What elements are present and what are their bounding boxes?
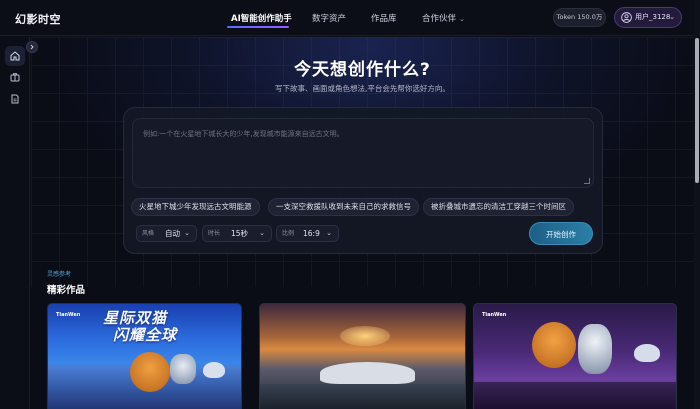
- section-kicker: 灵感参考: [47, 271, 72, 278]
- stage-floor: [474, 382, 676, 409]
- sidebar: [0, 37, 30, 409]
- user-icon: [621, 12, 632, 23]
- username: 用户_3128: [635, 13, 671, 21]
- token-balance[interactable]: Token 150.0万: [553, 8, 606, 27]
- prompt-box: [132, 118, 594, 188]
- sidebar-item-home[interactable]: [5, 46, 25, 66]
- sidebar-item-documents[interactable]: [5, 89, 25, 109]
- prompt-input[interactable]: [133, 119, 593, 187]
- cat-character: [130, 352, 170, 392]
- city-building: [320, 362, 415, 384]
- hero-subtitle: 写下故事、画面或角色想法,平台会先帮你选好方向。: [275, 84, 450, 93]
- suggestion-chip[interactable]: 一支深空救援队收到未来自己的求救信号: [268, 198, 419, 216]
- top-navbar: 幻影时空 AI智能创作助手 数字资产 作品库 合作伙伴 ⌄ Token 150.0…: [0, 0, 700, 36]
- card-title: 星际双猫 闪耀全球: [103, 310, 177, 344]
- gallery-card[interactable]: TianWen: [473, 303, 677, 409]
- home-icon: [10, 51, 20, 61]
- main-content: 今天想创作什么? 写下故事、画面或角色想法,平台会先帮你选好方向。 火星地下城少…: [31, 37, 694, 409]
- style-select[interactable]: 风格 自动 ⌄: [136, 225, 197, 242]
- gallery-card[interactable]: [259, 303, 466, 409]
- ratio-select[interactable]: 比例 16:9 ⌄: [276, 225, 339, 242]
- robot-character: [578, 324, 612, 374]
- card-logo: TianWen: [482, 312, 507, 318]
- robot-character: [170, 354, 196, 384]
- creation-composer: 火星地下城少年发现远古文明能源 一支深空救援队收到未来自己的求救信号 被折叠城市…: [123, 107, 603, 254]
- sidebar-item-assets[interactable]: [5, 67, 25, 87]
- active-tab-underline: [227, 26, 289, 28]
- suggestion-chip[interactable]: 火星地下城少年发现远古文明能源: [131, 198, 260, 216]
- scrollbar-thumb[interactable]: [695, 38, 699, 183]
- section-title: 精彩作品: [47, 285, 86, 296]
- nav-digital-assets[interactable]: 数字资产: [312, 12, 346, 24]
- chevron-right-icon: [30, 44, 34, 50]
- card-title-line: 闪耀全球: [113, 326, 178, 344]
- start-creation-button[interactable]: 开始创作: [529, 222, 593, 245]
- chevron-down-icon: ⌄: [326, 229, 332, 237]
- chevron-down-icon: ⌄: [669, 13, 675, 21]
- document-icon: [11, 94, 19, 104]
- sunset-glow: [340, 326, 390, 346]
- card-title-line: 星际双猫: [103, 309, 168, 327]
- resize-handle[interactable]: [584, 178, 590, 184]
- cat-character: [532, 322, 576, 368]
- duration-select-value: 15秒: [231, 229, 249, 238]
- robot-bird: [634, 344, 660, 362]
- suggestion-chip[interactable]: 被折叠城市遗忘的清洁工穿越三个时间区: [423, 198, 574, 216]
- gallery-card[interactable]: TianWen 星际双猫 闪耀全球: [47, 303, 242, 409]
- ratio-select-value: 16:9: [303, 229, 320, 238]
- style-select-label: 风格: [142, 230, 155, 237]
- nav-ai-assistant[interactable]: AI智能创作助手: [231, 12, 292, 24]
- duration-select[interactable]: 时长 15秒 ⌄: [202, 225, 272, 242]
- city-water: [260, 384, 465, 409]
- briefcase-icon: [10, 73, 20, 82]
- robot-bird: [203, 362, 225, 378]
- chevron-down-icon: ⌄: [259, 229, 265, 237]
- sidebar-collapse-button[interactable]: [26, 41, 38, 53]
- ratio-select-label: 比例: [282, 230, 295, 237]
- hero-title: 今天想创作什么?: [294, 60, 431, 80]
- chevron-down-icon: ⌄: [459, 15, 465, 23]
- style-select-value: 自动: [165, 229, 180, 238]
- nav-works-library[interactable]: 作品库: [371, 12, 397, 24]
- card-logo: TianWen: [56, 312, 81, 318]
- nav-partners-label: 合作伙伴: [422, 14, 457, 24]
- user-menu-button[interactable]: 用户_3128 ⌄: [614, 7, 682, 28]
- duration-select-label: 时长: [208, 230, 221, 237]
- chevron-down-icon: ⌄: [184, 229, 190, 237]
- nav-partners[interactable]: 合作伙伴 ⌄: [422, 12, 465, 24]
